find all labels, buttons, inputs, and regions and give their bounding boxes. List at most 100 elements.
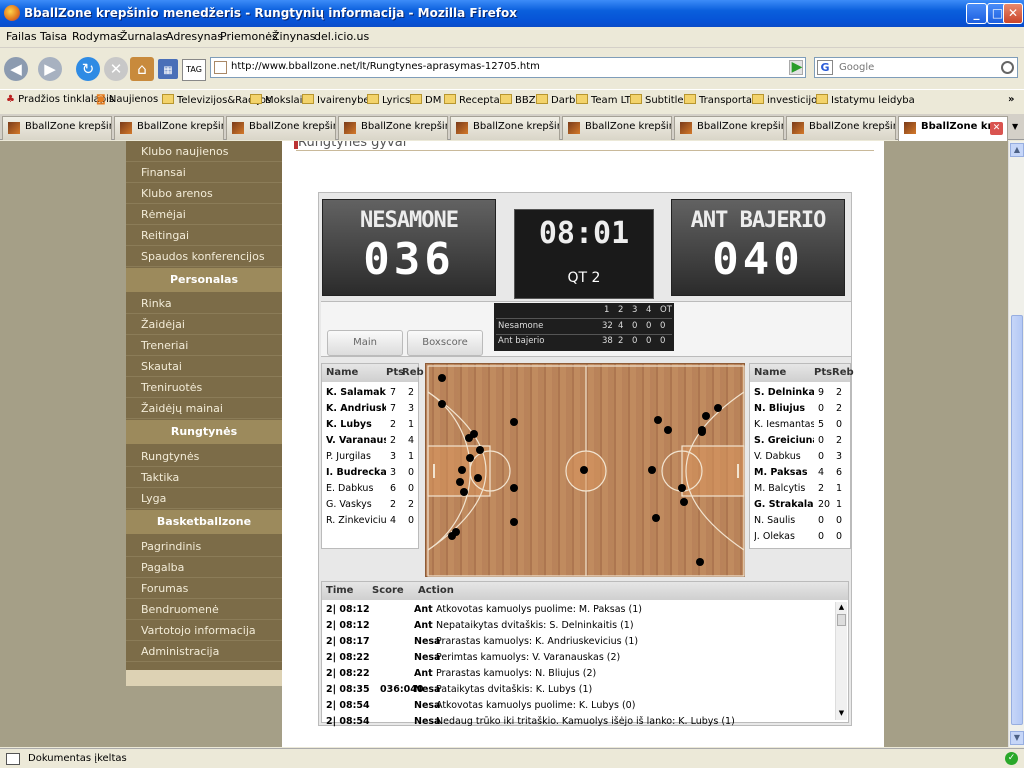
- bookmark-item[interactable]: DM: [410, 94, 441, 106]
- sidebar-item-treneriai[interactable]: Treneriai: [126, 335, 282, 356]
- browser-tab[interactable]: BballZone krepšini...: [562, 116, 672, 140]
- sidebar-item-vartotojo-informacija[interactable]: Vartotojo informacija: [126, 620, 282, 641]
- scroll-up-icon[interactable]: ▲: [1010, 143, 1024, 157]
- browser-tab[interactable]: BballZone krepšini...: [226, 116, 336, 140]
- player-row[interactable]: K. Iesmantas 5 0: [750, 418, 850, 434]
- scroll-down-icon[interactable]: ▼: [1010, 731, 1024, 745]
- sidebar-item-zaidejai[interactable]: Žaidėjai: [126, 314, 282, 335]
- search-input[interactable]: [839, 60, 1009, 75]
- bookmarks-overflow-button[interactable]: »: [1008, 94, 1014, 105]
- player-row[interactable]: J. Olekas 0 0: [750, 530, 850, 546]
- bookmark-item[interactable]: Receptai: [444, 94, 502, 106]
- bookmark-item[interactable]: Subtitles: [630, 94, 689, 106]
- sidebar-item-treniruotes[interactable]: Treniruotės: [126, 377, 282, 398]
- menu-adresynas[interactable]: Adresynas: [166, 30, 223, 43]
- player-row[interactable]: M. Paksas 4 6: [750, 466, 850, 482]
- delicious-icon[interactable]: ▦: [158, 59, 178, 79]
- search-icon[interactable]: [1001, 61, 1014, 74]
- menu-zinynas[interactable]: Žinynas: [272, 30, 316, 43]
- search-box[interactable]: G: [814, 57, 1018, 78]
- browser-tab[interactable]: BballZone krepšini...: [786, 116, 896, 140]
- sidebar-item-finansai[interactable]: Finansai: [126, 162, 282, 183]
- sidebar-item-rungtynes[interactable]: Rungtynės: [126, 446, 282, 467]
- tag-button[interactable]: TAG: [182, 59, 206, 81]
- player-row[interactable]: K. Andriuske 73: [322, 402, 418, 418]
- player-row[interactable]: N. Bliujus 0 2: [750, 402, 850, 418]
- player-row[interactable]: P. Jurgilas 3 1: [322, 450, 418, 466]
- sidebar-item-forumas[interactable]: Forumas: [126, 578, 282, 599]
- player-row[interactable]: M. Balcytis 2 1: [750, 482, 850, 498]
- menu-priemones[interactable]: Priemonės: [220, 30, 278, 43]
- sidebar-item-reitingai[interactable]: Reitingai: [126, 225, 282, 246]
- reload-icon[interactable]: ↻: [76, 57, 100, 81]
- play-by-play-row: 2| 08:12 Ant Nepataikytas dvitaškis: S. De…: [322, 618, 832, 634]
- forward-arrow-icon[interactable]: ▶: [38, 57, 62, 81]
- bookmark-item[interactable]: investicijos: [752, 94, 822, 106]
- bookmark-item[interactable]: Mokslai: [250, 94, 302, 106]
- close-window-button[interactable]: ✕: [1003, 3, 1023, 24]
- bookmark-item[interactable]: Team LT: [576, 94, 631, 106]
- player-row[interactable]: V. Varanausk 24: [322, 434, 418, 450]
- sidebar-item-klubo-naujienos[interactable]: Klubo naujienos: [126, 141, 282, 162]
- player-row[interactable]: S. Delninkaiti 92: [750, 386, 850, 402]
- browser-tab[interactable]: BballZone krepšini...: [674, 116, 784, 140]
- player-row[interactable]: N. Saulis 0 0: [750, 514, 850, 530]
- scroll-thumb[interactable]: [1011, 315, 1023, 725]
- go-arrow-icon[interactable]: ▶: [788, 58, 806, 77]
- menu-failas[interactable]: Failas: [6, 30, 37, 43]
- bookmark-item[interactable]: Ivairenybes: [302, 94, 375, 106]
- sidebar-item-klubo-arenos[interactable]: Klubo arenos: [126, 183, 282, 204]
- browser-tab[interactable]: BballZone krepšini...: [2, 116, 112, 140]
- player-row[interactable]: G. Vaskys 2 2: [322, 498, 418, 514]
- stop-icon[interactable]: ✕: [104, 57, 128, 81]
- url-bar[interactable]: http://www.bballzone.net/lt/Rungtynes-ap…: [210, 57, 806, 78]
- menu-delicious[interactable]: del.icio.us: [314, 30, 369, 43]
- sidebar-item-pagalba[interactable]: Pagalba: [126, 557, 282, 578]
- url-text[interactable]: http://www.bballzone.net/lt/Rungtynes-ap…: [231, 61, 540, 72]
- main-view-button[interactable]: Main: [327, 330, 403, 356]
- play-by-play-scrollbar[interactable]: ▲ ▼: [835, 602, 847, 720]
- browser-tab-active[interactable]: BballZone kr... ✕: [898, 116, 1008, 141]
- player-row[interactable]: R. Zinkevicius 4 0: [322, 514, 418, 530]
- player-row[interactable]: I. Budreckas 3 0: [322, 466, 418, 482]
- sidebar-item-rinka[interactable]: Rinka: [126, 293, 282, 314]
- boxscore-view-button[interactable]: Boxscore: [407, 330, 483, 356]
- bookmark-item[interactable]: Transportas: [684, 94, 757, 106]
- sidebar-item-skautai[interactable]: Skautai: [126, 356, 282, 377]
- sidebar-item-bendruomene[interactable]: Bendruomenė: [126, 599, 282, 620]
- menu-rodymas[interactable]: Rodymas: [72, 30, 123, 43]
- close-tab-icon[interactable]: ✕: [990, 122, 1003, 135]
- bookmark-item[interactable]: ◙ Naujienos: [96, 94, 158, 105]
- scroll-down-icon[interactable]: ▼: [837, 709, 846, 719]
- back-arrow-icon[interactable]: ◀: [4, 57, 28, 81]
- player-row[interactable]: S. Greiciunas 02: [750, 434, 850, 450]
- player-row[interactable]: E. Dabkus 6 0: [322, 482, 418, 498]
- google-engine-icon[interactable]: G: [817, 60, 833, 75]
- home-icon[interactable]: ⌂: [130, 57, 154, 81]
- bookmark-item[interactable]: Darb: [536, 94, 575, 106]
- bookmark-item[interactable]: Lyrics: [367, 94, 410, 106]
- sidebar-item-taktika[interactable]: Taktika: [126, 467, 282, 488]
- player-row[interactable]: K. Salamakin 72: [322, 386, 418, 402]
- page-scrollbar[interactable]: ▲ ▼: [1008, 141, 1024, 747]
- sidebar-item-administracija[interactable]: Administracija: [126, 641, 282, 662]
- minimize-button[interactable]: _: [966, 3, 987, 24]
- scroll-thumb[interactable]: [837, 614, 846, 626]
- browser-tab[interactable]: BballZone krepšini...: [114, 116, 224, 140]
- bookmark-item[interactable]: BBZ: [500, 94, 536, 106]
- menu-zurnalas[interactable]: Žurnalas: [120, 30, 168, 43]
- player-row[interactable]: K. Lubys 2 1: [322, 418, 418, 434]
- sidebar-item-pagrindinis[interactable]: Pagrindinis: [126, 536, 282, 557]
- menu-taisa[interactable]: Taisa: [40, 30, 67, 43]
- browser-tab[interactable]: BballZone krepšini...: [450, 116, 560, 140]
- sidebar-item-lyga[interactable]: Lyga: [126, 488, 282, 509]
- player-row[interactable]: V. Dabkus 0 3: [750, 450, 850, 466]
- scroll-up-icon[interactable]: ▲: [837, 603, 846, 613]
- sidebar-item-remejai[interactable]: Rėmėjai: [126, 204, 282, 225]
- sidebar-item-zaideju-mainai[interactable]: Žaidėjų mainai: [126, 398, 282, 419]
- bookmark-item[interactable]: Istatymu leidyba: [816, 94, 915, 106]
- player-row[interactable]: G. Strakalas 20 1: [750, 498, 850, 514]
- tab-list-chevron-icon[interactable]: ▼: [1012, 122, 1018, 131]
- sidebar-item-spaudos-konferencijos[interactable]: Spaudos konferencijos: [126, 246, 282, 267]
- browser-tab[interactable]: BballZone krepšini...: [338, 116, 448, 140]
